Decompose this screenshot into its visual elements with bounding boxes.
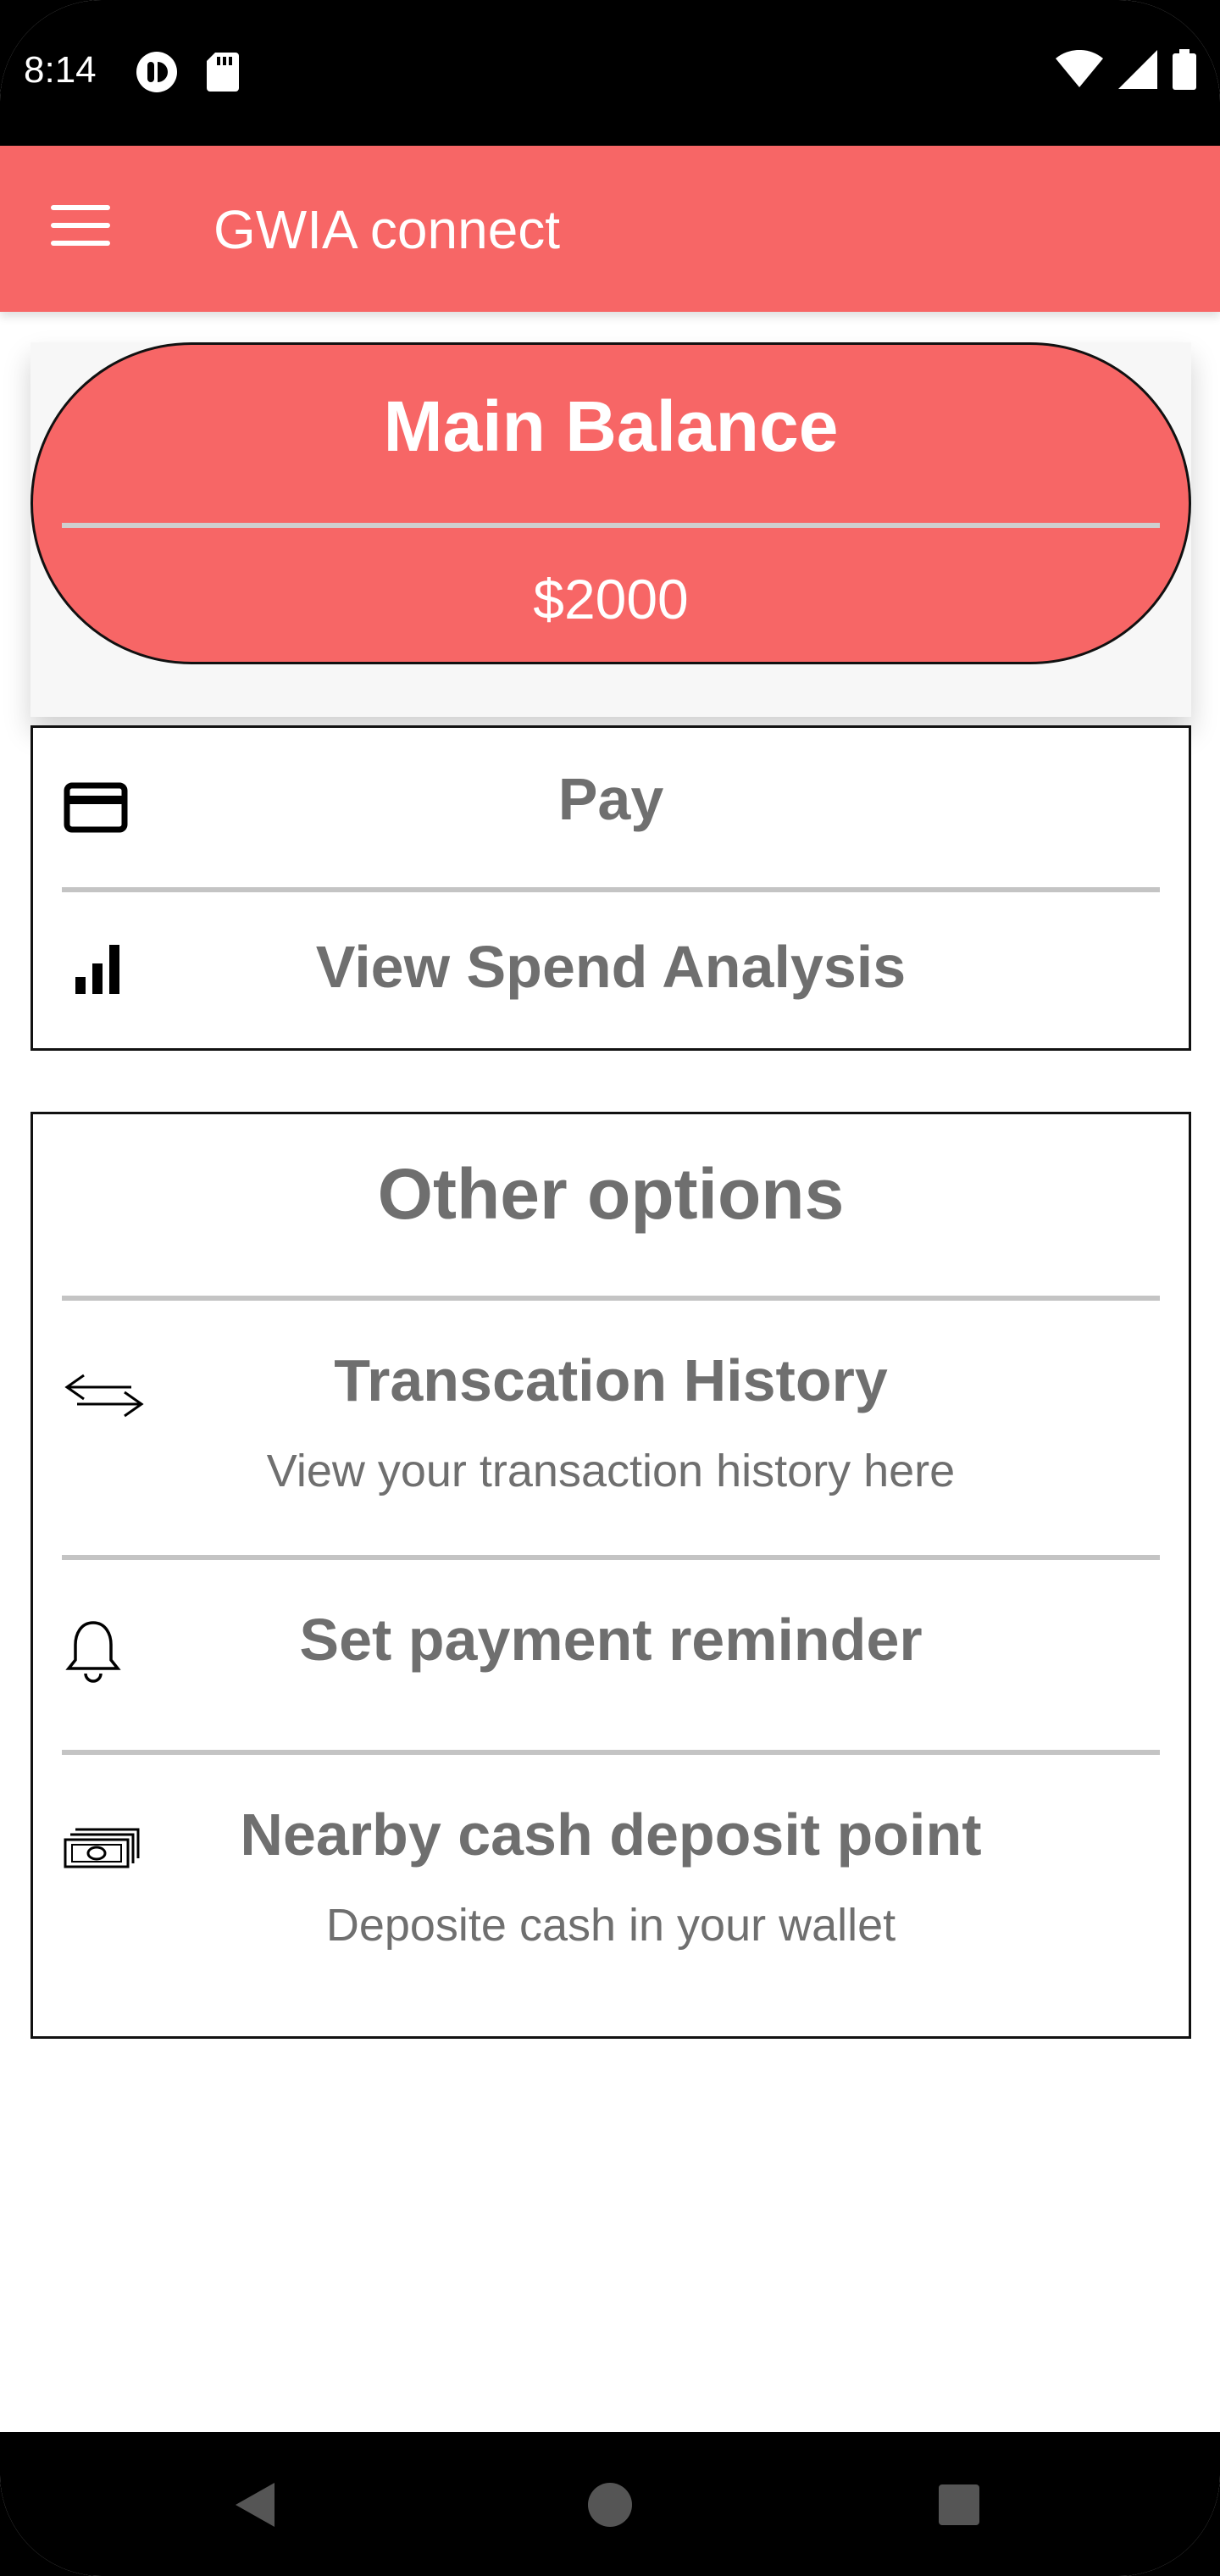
transaction-history-row[interactable]: Transcation History View your transactio…	[33, 1302, 1189, 1557]
battery-icon	[1173, 49, 1196, 90]
hamburger-menu-icon[interactable]	[51, 205, 110, 253]
main-balance-card: Main Balance $2000	[30, 342, 1191, 664]
balance-value: $2000	[533, 568, 689, 630]
cell-signal-icon	[1118, 50, 1157, 89]
divider	[62, 1296, 1160, 1301]
cash-deposit-row[interactable]: Nearby cash deposit point Deposite cash …	[33, 1757, 1189, 2028]
status-bar: 8:14	[0, 0, 1220, 146]
status-right-icons	[1056, 49, 1196, 90]
payment-reminder-row[interactable]: Set payment reminder	[33, 1562, 1189, 1750]
divider	[62, 887, 1160, 892]
system-nav-bar	[0, 2432, 1220, 2576]
spend-analysis-label: View Spend Analysis	[315, 934, 907, 1000]
balance-title: Main Balance	[383, 386, 839, 466]
balance-divider	[62, 523, 1160, 528]
pay-label: Pay	[557, 766, 664, 832]
app-screen: 8:14 GWIA connect Main Balance $2000 Pay…	[0, 0, 1220, 2576]
balance-card-container: Main Balance $2000	[30, 342, 1191, 717]
app-title: GWIA connect	[214, 199, 561, 260]
cash-deposit-label: Nearby cash deposit point	[240, 1802, 982, 1868]
spend-analysis-row[interactable]: View Spend Analysis	[33, 894, 1189, 1052]
cash-deposit-subtitle: Deposite cash in your wallet	[325, 1900, 896, 1951]
payment-reminder-label: Set payment reminder	[299, 1607, 923, 1673]
back-triangle-icon[interactable]	[230, 2479, 278, 2530]
recents-square-icon[interactable]	[935, 2479, 983, 2530]
status-left-icons	[136, 51, 239, 93]
sd-card-icon	[207, 53, 239, 92]
pay-row[interactable]: Pay	[33, 728, 1189, 889]
divider	[62, 1750, 1160, 1755]
other-options-title: Other options	[377, 1154, 845, 1234]
quick-actions-box: Pay View Spend Analysis	[30, 725, 1191, 1051]
divider	[62, 1555, 1160, 1560]
other-options-box: Other options Transcation History View y…	[30, 1112, 1191, 2039]
home-circle-icon[interactable]	[586, 2479, 634, 2530]
status-time: 8:14	[24, 49, 97, 91]
notification-app-icon	[136, 52, 177, 92]
app-bar: GWIA connect	[0, 146, 1220, 312]
wifi-icon	[1056, 50, 1103, 87]
transaction-history-label: Transcation History	[334, 1347, 888, 1413]
transaction-history-subtitle: View your transaction history here	[266, 1446, 956, 1496]
